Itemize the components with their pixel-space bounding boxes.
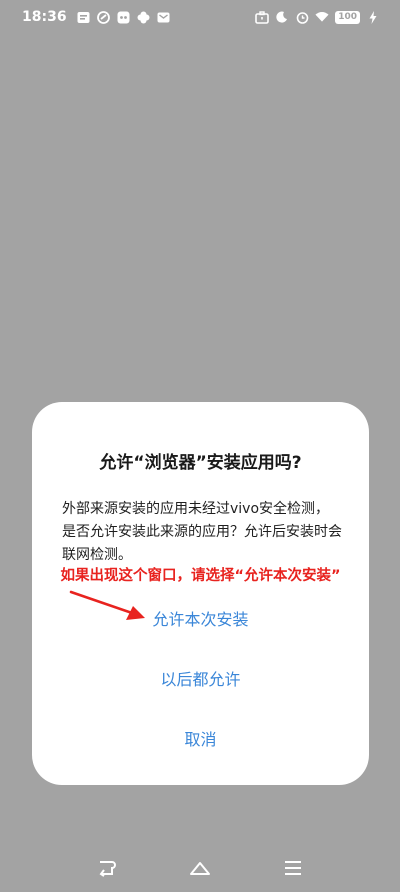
install-permission-dialog: 允许“浏览器”安装应用吗? 外部来源安装的应用未经过vivo安全检测，是否允许安… — [32, 402, 369, 785]
dialog-title: 允许“浏览器”安装应用吗? — [99, 453, 302, 473]
status-time: 18:36 — [22, 9, 67, 25]
menu-icon — [285, 861, 302, 875]
navigation-bar — [0, 844, 400, 892]
charging-icon — [366, 10, 380, 24]
status-bar: 18:36 100 — [0, 0, 400, 34]
wifi-icon — [315, 10, 329, 24]
allow-once-button[interactable]: 允许本次安装 — [32, 605, 369, 635]
allow-always-button[interactable]: 以后都允许 — [32, 665, 369, 695]
menu-button[interactable] — [279, 854, 307, 882]
cancel-button[interactable]: 取消 — [32, 725, 369, 755]
alarm-icon — [295, 10, 309, 24]
status-right: 100 — [255, 10, 380, 24]
status-left: 18:36 — [22, 9, 171, 25]
home-icon — [189, 862, 210, 875]
gallery-icon — [77, 10, 91, 24]
annotation-text: 如果出现这个窗口，请选择“允许本次安装” — [60, 568, 341, 584]
fan-icon — [137, 10, 151, 24]
mail-icon — [157, 10, 171, 24]
dialog-message: 外部来源安装的应用未经过vivo安全检测，是否允许安装此来源的应用？允许后安装时… — [62, 501, 342, 563]
sync-icon — [97, 10, 111, 24]
battery-icon: 100 — [335, 10, 360, 24]
home-button[interactable] — [186, 854, 214, 882]
back-button[interactable] — [93, 854, 121, 882]
briefcase-icon — [255, 10, 270, 24]
app-icon — [117, 10, 131, 24]
back-icon — [99, 861, 116, 877]
moon-icon — [275, 10, 289, 24]
